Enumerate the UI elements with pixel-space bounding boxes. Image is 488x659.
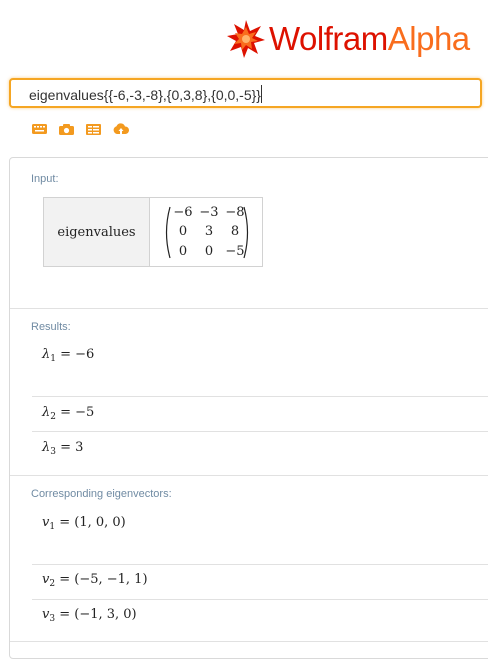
pod-divider [10,308,488,309]
result-divider [32,396,488,397]
eigenvalue-result: λ1 = −6 [42,347,95,364]
wolframalpha-logo[interactable]: WolframAlpha [226,18,470,60]
input-function-label: eigenvalues [44,198,150,266]
matrix-cell: −3 [199,205,219,220]
eigenvalue-result: λ2 = −5 [42,405,95,422]
cloud-upload-icon[interactable] [112,122,129,136]
matrix-cell: −5 [225,244,245,259]
matrix-cell: −8 [225,205,245,220]
search-input[interactable] [29,86,469,104]
input-toolbar [31,122,129,136]
keyboard-icon[interactable] [31,122,48,136]
matrix-row: −6 −3 −8 [170,205,250,223]
eigenvectors-pod-title: Corresponding eigenvectors: [31,488,172,500]
input-matrix: −6 −3 −8 0 3 8 0 0 −5 [150,198,262,266]
input-interpretation-table: eigenvalues −6 −3 −8 0 3 8 0 0 −5 [43,197,263,267]
result-divider [32,564,488,565]
pod-divider [10,641,488,642]
table-icon[interactable] [85,122,102,136]
matrix-cell: 0 [178,224,188,239]
eigenvalue-result: λ3 = 3 [42,440,84,457]
matrix-cell: −6 [173,205,193,220]
eigenvector-result: v2 = (−5, −1, 1) [42,572,148,589]
matrix-cell: 3 [204,224,214,239]
matrix-cell: 8 [230,224,240,239]
input-pod-title: Input: [31,173,59,185]
spikey-star-icon [227,20,265,58]
matrix-row: 0 3 8 [170,224,250,242]
matrix-cell: 0 [204,244,214,259]
camera-icon[interactable] [58,122,75,136]
matrix-row: 0 0 −5 [170,244,250,262]
search-box[interactable] [9,78,482,108]
result-divider [32,599,488,600]
result-divider [32,431,488,432]
results-pod-title: Results: [31,321,71,333]
eigenvector-result: v1 = (1, 0, 0) [42,515,126,532]
text-caret [261,85,262,103]
eigenvector-result: v3 = (−1, 3, 0) [42,607,137,624]
pod-divider [10,475,488,476]
matrix-cell: 0 [178,244,188,259]
logo-wordmark: WolframAlpha [269,20,470,57]
